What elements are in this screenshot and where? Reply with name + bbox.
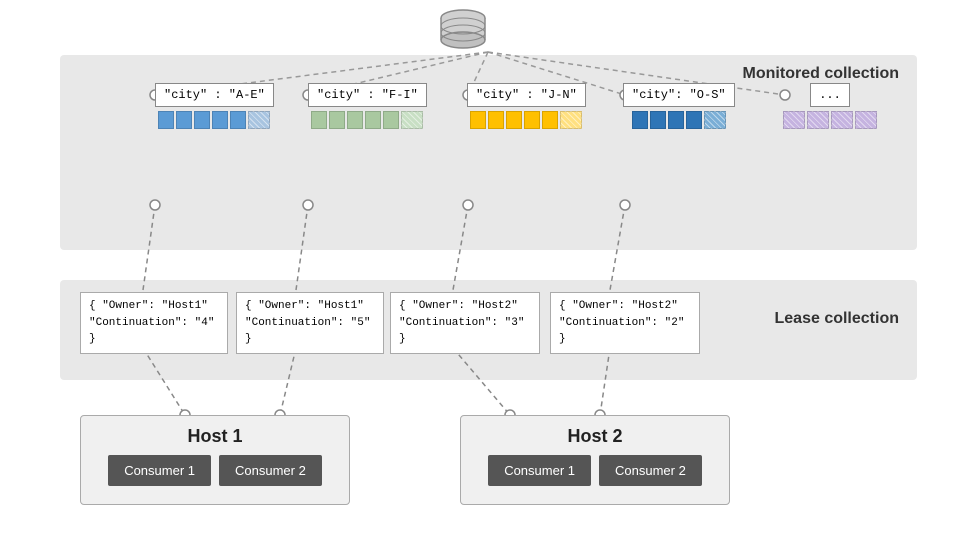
lease-2-line2: "Continuation": "5" } [245,317,370,346]
partition-4: "city": "O-S" [623,83,735,129]
bar-hatch [560,111,582,129]
lease-label: Lease collection [775,310,900,328]
host-2-consumers: Consumer 1 Consumer 2 [471,455,719,486]
host-2-title: Host 2 [471,426,719,447]
partition-3: "city" : "J-N" [467,83,586,129]
partition-5-label: ... [810,83,850,107]
host-1-consumers: Consumer 1 Consumer 2 [91,455,339,486]
host-1-section: Host 1 Consumer 1 Consumer 2 [80,415,350,505]
lease-box-1: { "Owner": "Host1" "Continuation": "4" } [80,292,228,354]
lease-box-4: { "Owner": "Host2" "Continuation": "2" } [550,292,700,354]
bar-hatch [704,111,726,129]
lease-box-3: { "Owner": "Host2" "Continuation": "3" } [390,292,540,354]
partition-3-label: "city" : "J-N" [467,83,586,107]
partition-1: "city" : "A-E" [155,83,274,129]
partition-5-bars [783,111,877,129]
lease-1-line1: { "Owner": "Host1" [89,300,208,312]
lease-box-2: { "Owner": "Host1" "Continuation": "5" } [236,292,384,354]
host-2-consumer-2-button[interactable]: Consumer 2 [599,455,702,486]
bar [686,111,702,129]
bar [158,111,174,129]
bar [176,111,192,129]
bar [212,111,228,129]
bar [311,111,327,129]
host-1-consumer-1-button[interactable]: Consumer 1 [108,455,211,486]
database-icon [437,8,489,57]
bar-hatch [783,111,805,129]
bar-hatch [855,111,877,129]
bar-hatch [831,111,853,129]
host-1-consumer-2-button[interactable]: Consumer 2 [219,455,322,486]
host-2-consumer-1-button[interactable]: Consumer 1 [488,455,591,486]
partition-2-bars [311,111,423,129]
partition-4-label: "city": "O-S" [623,83,735,107]
lease-section: Lease collection { "Owner": "Host1" "Con… [60,280,917,380]
bar [524,111,540,129]
bar [365,111,381,129]
lease-4-line2: "Continuation": "2" } [559,317,684,346]
monitored-label: Monitored collection [743,65,899,83]
partition-2-label: "city" : "F-I" [308,83,427,107]
bar [668,111,684,129]
bar [650,111,666,129]
lease-3-line1: { "Owner": "Host2" [399,300,518,312]
lease-1-line2: "Continuation": "4" } [89,317,214,346]
lease-4-line1: { "Owner": "Host2" [559,300,678,312]
bar-hatch [807,111,829,129]
partition-4-bars [632,111,726,129]
diagram-container: Monitored collection "city" : "A-E" "cit… [0,0,977,537]
partition-3-bars [470,111,582,129]
bar [470,111,486,129]
partition-1-label: "city" : "A-E" [155,83,274,107]
bar [329,111,345,129]
partition-1-bars [158,111,270,129]
bar [347,111,363,129]
bar [506,111,522,129]
bar [632,111,648,129]
lease-2-line1: { "Owner": "Host1" [245,300,364,312]
partition-2: "city" : "F-I" [308,83,427,129]
bar [230,111,246,129]
bar-hatch [401,111,423,129]
bar-hatch [248,111,270,129]
monitored-section: Monitored collection "city" : "A-E" "cit… [60,55,917,250]
bar [488,111,504,129]
bar [194,111,210,129]
host-1-title: Host 1 [91,426,339,447]
lease-3-line2: "Continuation": "3" } [399,317,524,346]
partition-5: ... [783,83,877,129]
bar [542,111,558,129]
bar [383,111,399,129]
host-2-section: Host 2 Consumer 1 Consumer 2 [460,415,730,505]
